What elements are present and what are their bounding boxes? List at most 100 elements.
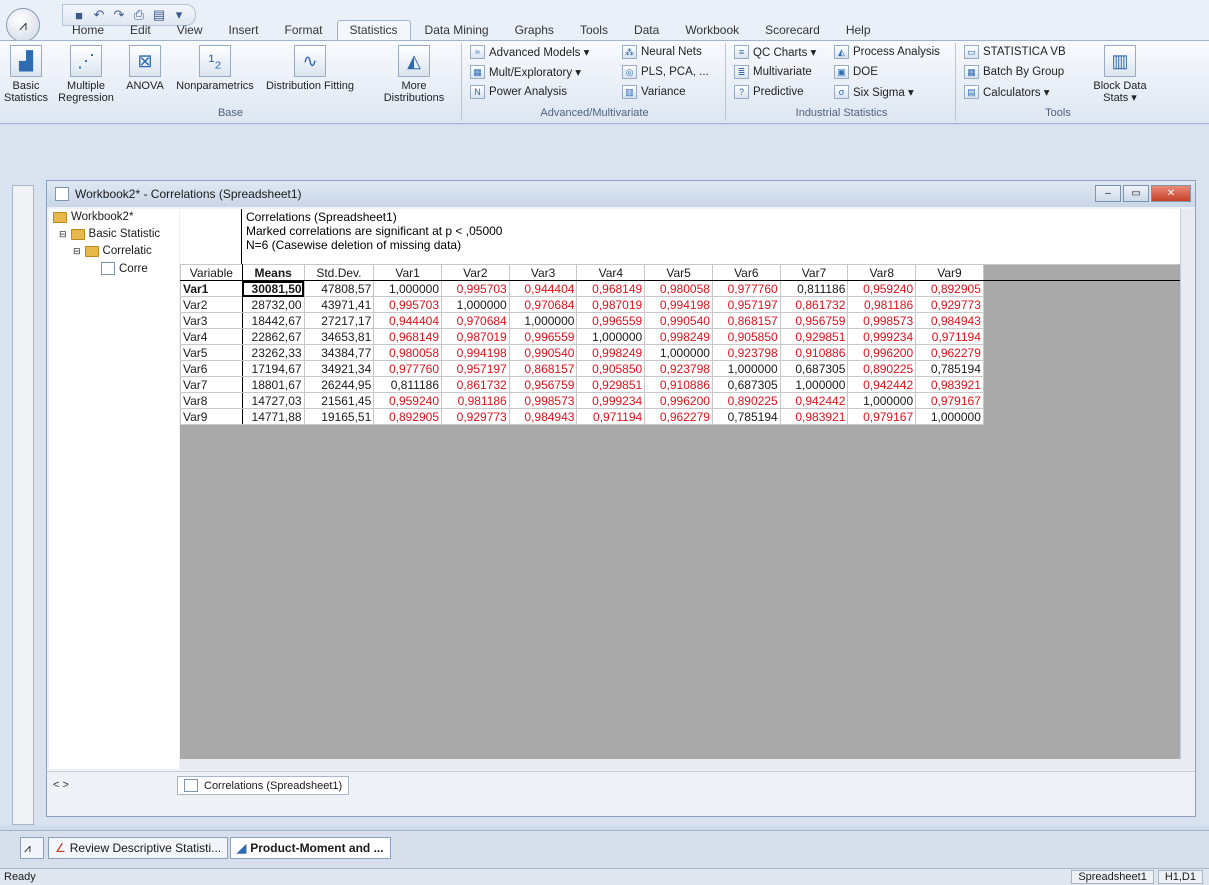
cell-correlation[interactable]: 0,968149 xyxy=(576,280,646,297)
cell-std-dev[interactable]: 43971,41 xyxy=(303,296,375,313)
taskbar-app-button[interactable]: ⩘ xyxy=(20,837,44,859)
cell-correlation[interactable]: 0,998573 xyxy=(508,392,578,409)
cell-correlation[interactable]: 0,962279 xyxy=(915,344,984,361)
cell-correlation[interactable]: 0,910886 xyxy=(779,344,849,361)
cell-correlation[interactable]: 0,987019 xyxy=(576,296,646,313)
six-sigma-button[interactable]: σ Six Sigma ▾ xyxy=(834,85,914,99)
cell-correlation[interactable]: 1,000000 xyxy=(915,408,984,425)
column-header[interactable]: Means xyxy=(241,264,305,281)
cell-means[interactable]: 14771,88 xyxy=(241,408,305,425)
process-analysis-button[interactable]: ◭ Process Analysis xyxy=(834,45,940,59)
row-header[interactable]: Var1 xyxy=(180,280,243,297)
cell-correlation[interactable]: 1,000000 xyxy=(779,376,849,393)
cell-correlation[interactable]: 1,000000 xyxy=(373,280,442,297)
column-header[interactable]: Var8 xyxy=(847,264,917,281)
cell-means[interactable]: 18442,67 xyxy=(241,312,305,329)
cell-correlation[interactable]: 1,000000 xyxy=(711,360,781,377)
cell-std-dev[interactable]: 19165,51 xyxy=(303,408,375,425)
cell-correlation[interactable]: 0,956759 xyxy=(779,312,849,329)
multivariate-button[interactable]: ≣ Multivariate xyxy=(734,65,812,79)
cell-correlation[interactable]: 0,996200 xyxy=(847,344,917,361)
cell-correlation[interactable]: 1,000000 xyxy=(847,392,917,409)
cell-correlation[interactable]: 0,892905 xyxy=(915,280,984,297)
tab-tools[interactable]: Tools xyxy=(568,21,620,40)
column-header[interactable]: Var6 xyxy=(711,264,781,281)
more-distributions-button[interactable]: ◭ More Distributions xyxy=(372,45,456,104)
cell-means[interactable]: 22862,67 xyxy=(241,328,305,345)
pls-pca-button[interactable]: ◎ PLS, PCA, ... xyxy=(622,65,709,79)
cell-std-dev[interactable]: 47808,57 xyxy=(303,280,375,297)
cell-correlation[interactable]: 0,990540 xyxy=(644,312,713,329)
cell-correlation[interactable]: 0,861732 xyxy=(441,376,510,393)
cell-correlation[interactable]: 0,990540 xyxy=(508,344,578,361)
cell-correlation[interactable]: 0,984943 xyxy=(508,408,578,425)
cell-correlation[interactable]: 0,861732 xyxy=(779,296,849,313)
app-menu-button[interactable]: ⩘ xyxy=(6,8,40,42)
cell-correlation[interactable]: 0,959240 xyxy=(373,392,442,409)
cell-correlation[interactable]: 0,998249 xyxy=(644,328,713,345)
tab-workbook[interactable]: Workbook xyxy=(673,21,751,40)
column-header[interactable]: Var4 xyxy=(576,264,646,281)
doe-button[interactable]: ▣ DOE xyxy=(834,65,878,79)
cell-correlation[interactable]: 0,994198 xyxy=(644,296,713,313)
statistica-vb-button[interactable]: ▭ STATISTICA VB xyxy=(964,45,1066,59)
cell-correlation[interactable]: 0,971194 xyxy=(576,408,646,425)
cell-std-dev[interactable]: 26244,95 xyxy=(303,376,375,393)
block-data-stats-button[interactable]: ▥ Block Data Stats ▾ xyxy=(1088,45,1152,104)
basic-statistics-button[interactable]: ▟ Basic Statistics xyxy=(2,45,50,104)
cell-correlation[interactable]: 0,910886 xyxy=(644,376,713,393)
cell-correlation[interactable]: 0,811186 xyxy=(373,376,442,393)
cell-correlation[interactable]: 0,970684 xyxy=(441,312,510,329)
cell-correlation[interactable]: 0,996200 xyxy=(644,392,713,409)
cell-correlation[interactable]: 0,987019 xyxy=(441,328,510,345)
cell-correlation[interactable]: 0,962279 xyxy=(644,408,713,425)
batch-by-group-button[interactable]: ▦ Batch By Group xyxy=(964,65,1064,79)
row-header[interactable]: Var8 xyxy=(180,392,243,409)
cell-means[interactable]: 28732,00 xyxy=(241,296,305,313)
cell-correlation[interactable]: 0,984943 xyxy=(915,312,984,329)
cell-correlation[interactable]: 0,905850 xyxy=(576,360,646,377)
cell-std-dev[interactable]: 21561,45 xyxy=(303,392,375,409)
cell-means[interactable]: 30081,50 xyxy=(241,280,305,297)
cell-correlation[interactable]: 1,000000 xyxy=(644,344,713,361)
cell-correlation[interactable]: 0,971194 xyxy=(915,328,984,345)
cell-correlation[interactable]: 0,942442 xyxy=(779,392,849,409)
cell-std-dev[interactable]: 34921,34 xyxy=(303,360,375,377)
cell-correlation[interactable]: 0,968149 xyxy=(373,328,442,345)
cell-correlation[interactable]: 0,944404 xyxy=(508,280,578,297)
tab-insert[interactable]: Insert xyxy=(217,21,271,40)
calculators-button[interactable]: ▤ Calculators ▾ xyxy=(964,85,1050,99)
tree-item-spreadsheet[interactable]: Corre xyxy=(101,262,148,275)
cell-correlation[interactable]: 0,957197 xyxy=(441,360,510,377)
variance-button[interactable]: ▥ Variance xyxy=(622,85,686,99)
workbook-window-titlebar[interactable]: Workbook2* - Correlations (Spreadsheet1)… xyxy=(47,181,1195,207)
taskbar-item-review[interactable]: ∠ Review Descriptive Statisti... xyxy=(48,837,229,859)
tree-item-correlations[interactable]: ⊟ Correlatic xyxy=(73,245,152,257)
neural-nets-button[interactable]: ⁂ Neural Nets xyxy=(622,45,702,59)
anova-button[interactable]: ⊠ ANOVA xyxy=(122,45,168,92)
cell-means[interactable]: 23262,33 xyxy=(241,344,305,361)
cell-correlation[interactable]: 0,996559 xyxy=(508,328,578,345)
cell-correlation[interactable]: 0,999234 xyxy=(576,392,646,409)
predictive-button[interactable]: ? Predictive xyxy=(734,85,804,99)
mult-exploratory-button[interactable]: ▦ Mult/Exploratory ▾ xyxy=(470,65,581,79)
cell-correlation[interactable]: 1,000000 xyxy=(441,296,510,313)
cell-correlation[interactable]: 0,929851 xyxy=(779,328,849,345)
row-header[interactable]: Var5 xyxy=(180,344,243,361)
multiple-regression-button[interactable]: ⋰ Multiple Regression xyxy=(56,45,116,104)
cell-correlation[interactable]: 0,944404 xyxy=(373,312,442,329)
tab-home[interactable]: Home xyxy=(60,21,116,40)
cell-correlation[interactable]: 0,959240 xyxy=(847,280,917,297)
cell-correlation[interactable]: 0,977760 xyxy=(373,360,442,377)
qc-charts-button[interactable]: ≡ QC Charts ▾ xyxy=(734,45,816,59)
row-header[interactable]: Var9 xyxy=(180,408,243,425)
cell-correlation[interactable]: 0,868157 xyxy=(508,360,578,377)
column-header[interactable]: Var1 xyxy=(373,264,442,281)
cell-correlation[interactable]: 0,929773 xyxy=(441,408,510,425)
nonparametrics-button[interactable]: ¹₂ Nonparametrics xyxy=(172,45,258,92)
cell-correlation[interactable]: 0,980058 xyxy=(373,344,442,361)
cell-correlation[interactable]: 0,979167 xyxy=(847,408,917,425)
column-header[interactable]: Var7 xyxy=(779,264,849,281)
column-header[interactable]: Var5 xyxy=(644,264,713,281)
cell-correlation[interactable]: 0,687305 xyxy=(779,360,849,377)
